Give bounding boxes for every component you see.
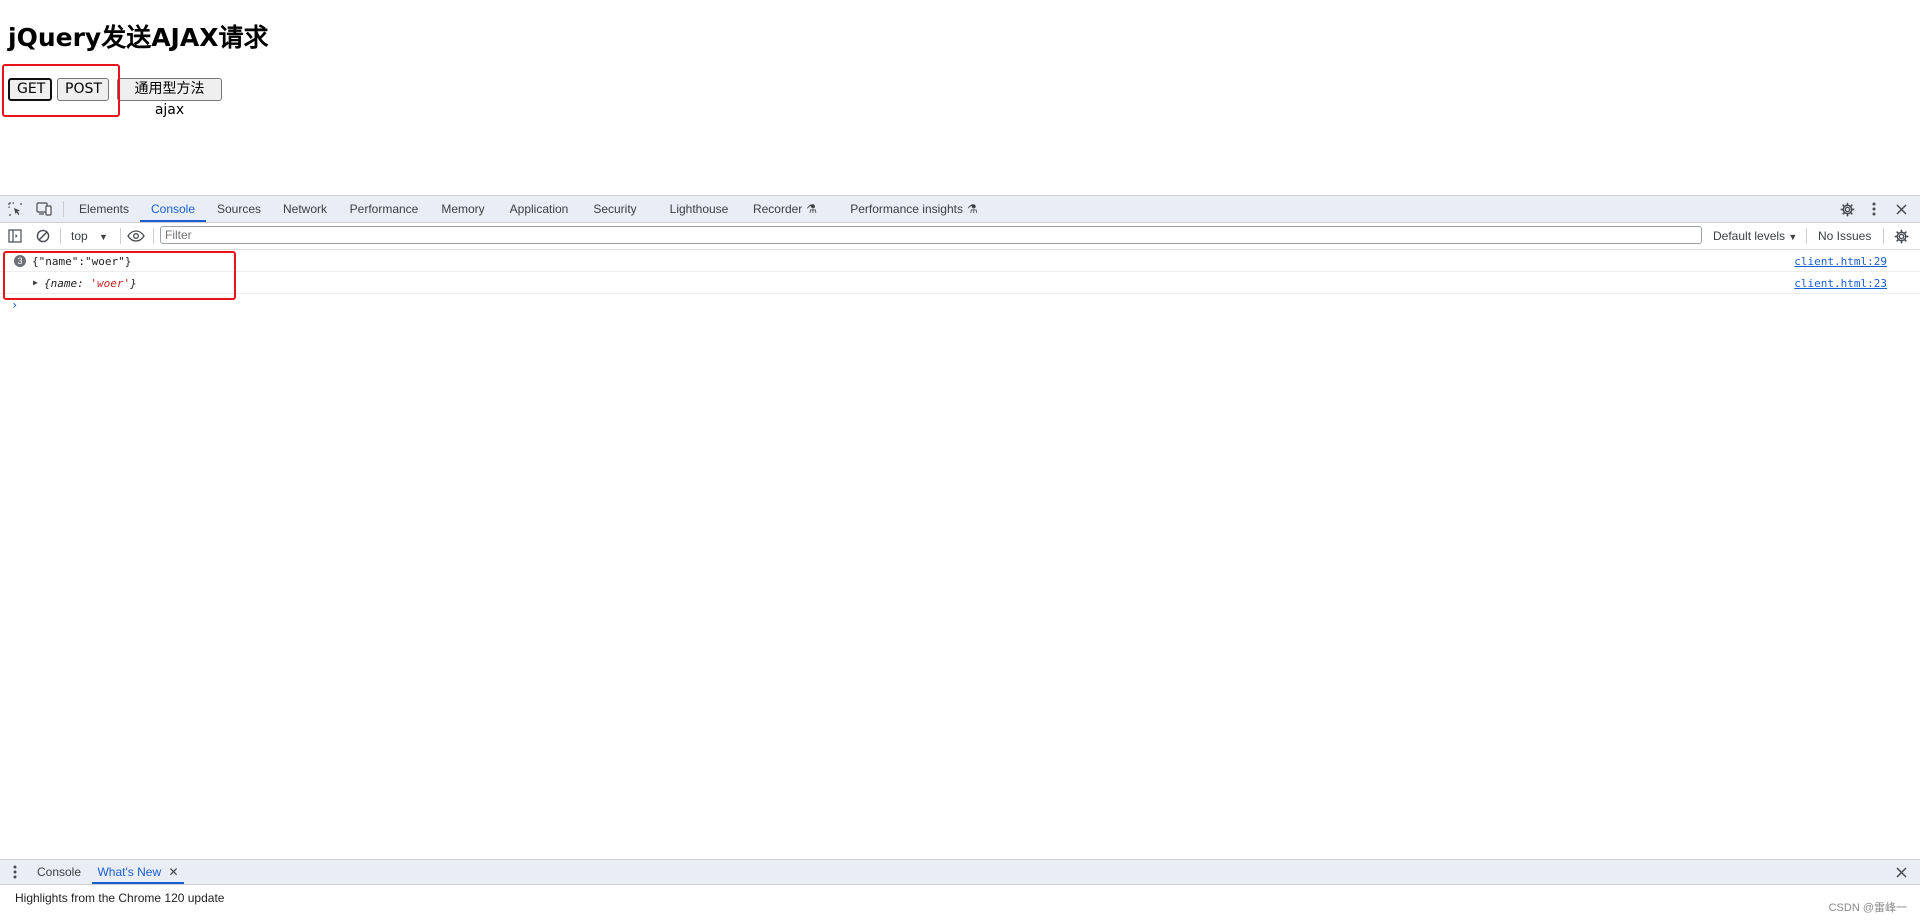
web-page: jQuery发送AJAX请求 GET POST 通用型方法ajax	[0, 0, 1920, 195]
page-heading: jQuery发送AJAX请求	[8, 23, 269, 52]
issues-counter[interactable]: No Issues	[1818, 229, 1871, 243]
device-toolbar-icon[interactable]	[35, 201, 53, 217]
console-message: 3 {"name":"woer"} client.html:29	[0, 250, 1920, 272]
separator	[120, 228, 121, 244]
close-drawer-icon[interactable]	[1893, 864, 1909, 880]
close-tab-icon[interactable]: ✕	[168, 865, 178, 879]
separator	[1806, 228, 1807, 244]
default-levels-label: Default levels	[1713, 229, 1786, 243]
separator	[1883, 228, 1884, 244]
separator	[60, 228, 61, 244]
tab-sources[interactable]: Sources	[214, 196, 264, 222]
console-prompt-icon[interactable]: ›	[11, 298, 18, 312]
whats-new-content: Highlights from the Chrome 120 update	[15, 891, 225, 905]
tab-memory[interactable]: Memory	[438, 196, 488, 222]
source-link[interactable]: client.html:23	[1794, 277, 1887, 290]
drawer-tab-whats-new-label: What's New	[97, 865, 162, 879]
repeat-count-badge: 3	[14, 255, 26, 267]
close-devtools-icon[interactable]	[1893, 201, 1909, 217]
tab-recorder[interactable]: Recorder ⚗	[750, 196, 820, 222]
console-message[interactable]: ▶ {name: 'woer'} client.html:23	[0, 272, 1920, 294]
inspect-element-icon[interactable]	[7, 201, 23, 217]
expand-triangle-icon[interactable]: ▶	[33, 278, 38, 287]
flask-icon: ⚗	[806, 202, 818, 216]
console-object-preview[interactable]: {name: 'woer'}	[44, 277, 137, 290]
tab-performance-insights[interactable]: Performance insights ⚗	[848, 196, 980, 222]
object-key: name	[50, 277, 78, 290]
tab-lighthouse[interactable]: Lighthouse	[668, 196, 730, 222]
context-selector[interactable]: top ▼	[71, 229, 108, 243]
drawer-tab-console[interactable]: Console	[30, 860, 88, 884]
tab-security[interactable]: Security	[590, 196, 640, 222]
tab-application[interactable]: Application	[506, 196, 572, 222]
console-message-text: {"name":"woer"}	[32, 255, 132, 268]
live-expression-eye-icon[interactable]	[126, 228, 146, 244]
object-value: 'woer'	[90, 277, 131, 290]
clear-console-icon[interactable]	[35, 228, 51, 244]
dropdown-arrow-icon: ▼	[99, 232, 108, 242]
separator	[63, 201, 64, 217]
console-toolbar: top ▼ Default levels ▼ No Issues	[0, 223, 1920, 250]
flask-icon: ⚗	[966, 202, 978, 216]
tab-network[interactable]: Network	[280, 196, 330, 222]
devtools-panel: Elements Console Sources Network Perform…	[0, 195, 1920, 920]
console-settings-gear-icon[interactable]	[1893, 228, 1909, 244]
devtools-tab-bar: Elements Console Sources Network Perform…	[0, 196, 1920, 223]
drawer-tab-whats-new[interactable]: What's New ✕	[92, 860, 184, 884]
tab-performance[interactable]: Performance	[348, 196, 420, 222]
dropdown-arrow-icon: ▼	[1788, 232, 1798, 242]
settings-gear-icon[interactable]	[1839, 201, 1855, 217]
more-options-icon[interactable]	[1867, 201, 1881, 217]
sidebar-toggle-icon[interactable]	[7, 228, 23, 244]
tab-console[interactable]: Console	[140, 196, 206, 222]
drawer-menu-icon[interactable]	[8, 864, 22, 880]
separator	[153, 228, 154, 244]
post-button[interactable]: POST	[57, 78, 109, 101]
context-selector-value: top	[71, 229, 88, 243]
ajax-button[interactable]: 通用型方法ajax	[117, 78, 222, 118]
tab-elements[interactable]: Elements	[76, 196, 132, 222]
watermark-text: CSDN @雷峰一	[1828, 902, 1907, 914]
tab-performance-insights-label: Performance insights	[850, 202, 963, 216]
source-link[interactable]: client.html:29	[1794, 255, 1887, 268]
get-button[interactable]: GET	[8, 78, 52, 101]
drawer-tab-bar: Console What's New ✕	[0, 859, 1920, 885]
default-levels-dropdown[interactable]: Default levels ▼	[1713, 229, 1797, 243]
filter-input[interactable]	[160, 226, 1702, 244]
tab-recorder-label: Recorder	[752, 202, 803, 216]
